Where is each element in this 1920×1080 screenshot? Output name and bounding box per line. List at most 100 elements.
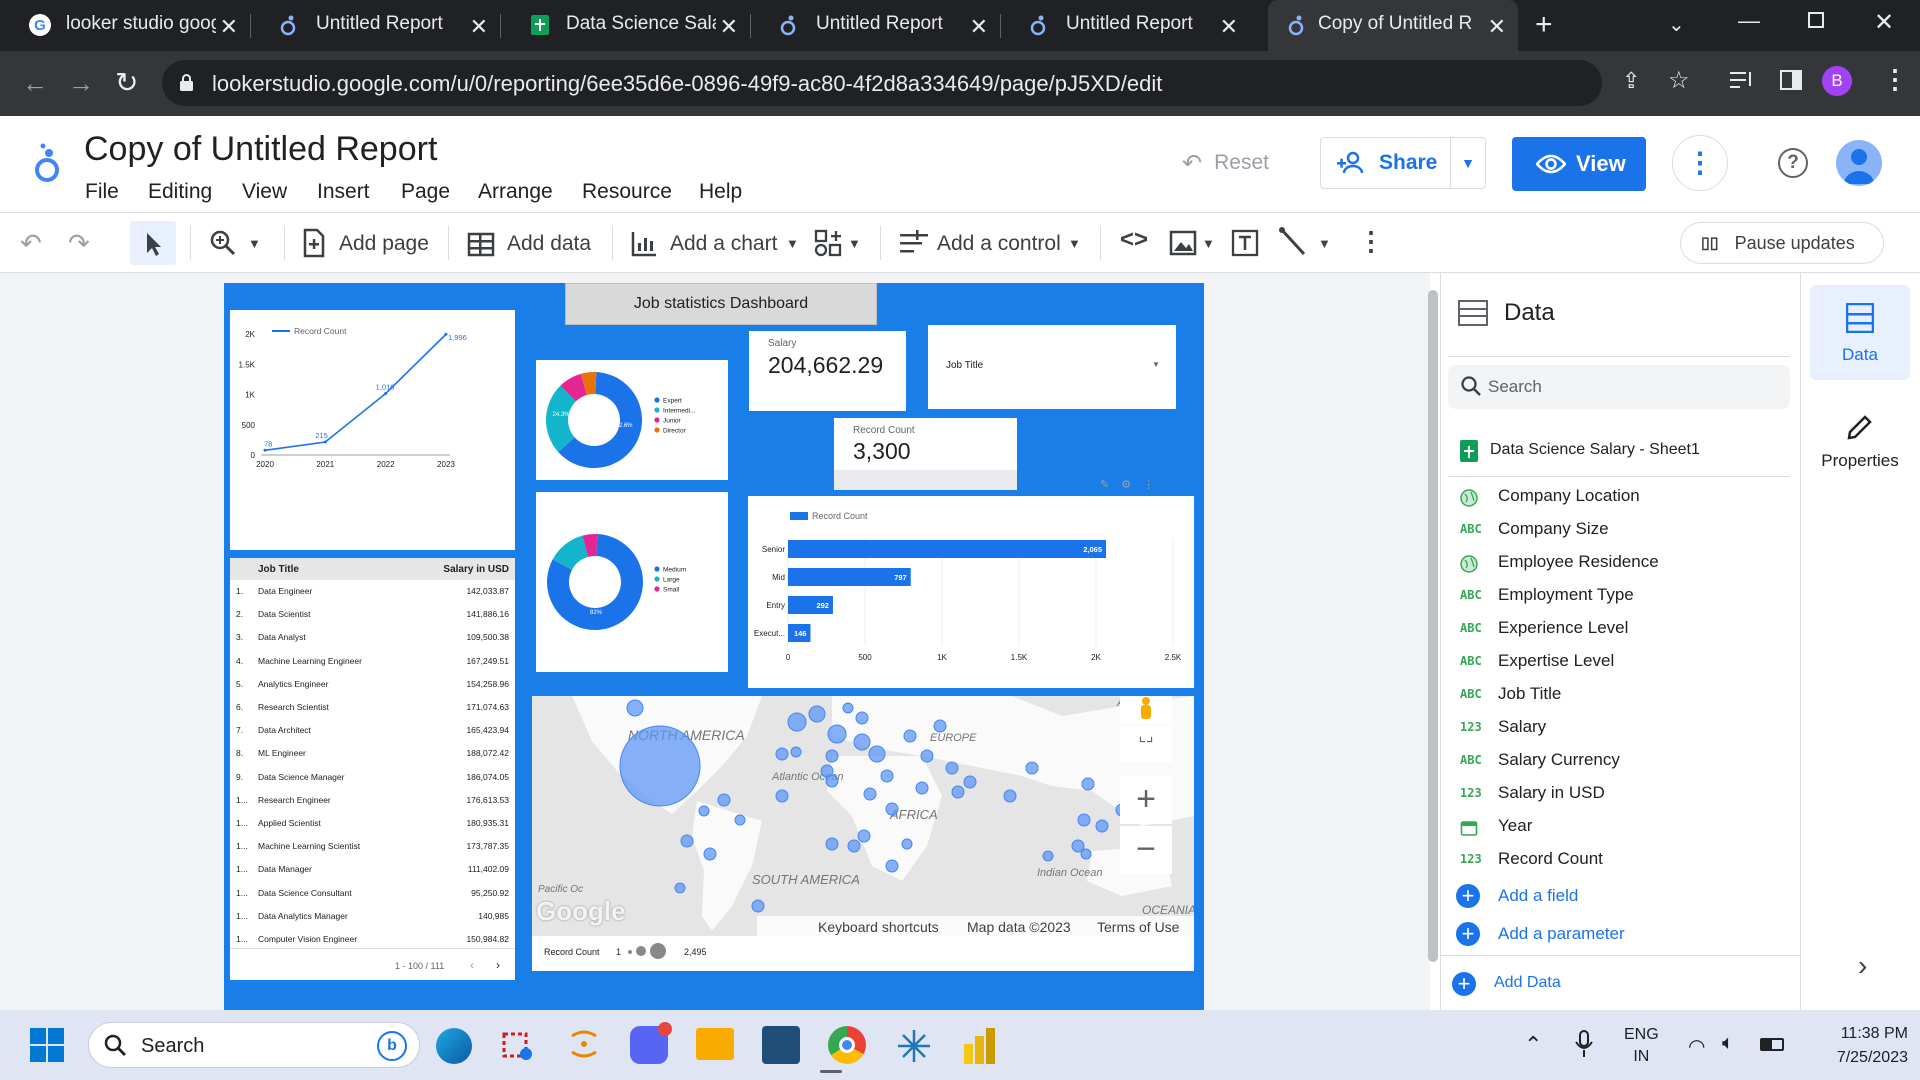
select-tool-button[interactable] [130, 221, 176, 265]
tab-search-chevron-icon[interactable]: ⌄ [1668, 12, 1685, 37]
menu-view[interactable]: View [242, 180, 287, 204]
data-field[interactable]: Salary in USD [1498, 783, 1605, 803]
data-field[interactable]: Record Count [1498, 849, 1603, 869]
more-tools-icon[interactable]: ⋮ [1358, 226, 1384, 257]
browser-menu-icon[interactable]: ⋮ [1882, 64, 1908, 95]
data-source-name[interactable]: Data Science Salary - Sheet1 [1490, 441, 1700, 459]
data-field[interactable]: Employment Type [1498, 585, 1634, 605]
next-page-icon[interactable]: › [496, 958, 500, 972]
chrome-icon[interactable] [828, 1026, 866, 1064]
data-field[interactable]: Salary Currency [1498, 750, 1620, 770]
menu-arrange[interactable]: Arrange [478, 180, 553, 204]
close-icon[interactable]: ✕ [720, 14, 738, 40]
browser-tab[interactable]: G looker studio goog ✕ [0, 0, 250, 51]
terms-of-use-link[interactable]: Terms of Use [1097, 919, 1179, 935]
data-tab[interactable]: Data [1810, 285, 1910, 380]
table-row[interactable]: 4. Machine Learning Engineer 167,249.51 [230, 654, 515, 674]
microphone-icon[interactable] [1574, 1030, 1594, 1058]
table-row[interactable]: 9. Data Science Manager 186,074.05 [230, 770, 515, 790]
forward-icon[interactable]: → [68, 68, 94, 99]
language-indicator[interactable]: ENG IN [1624, 1024, 1659, 1068]
bubble-map-card[interactable]: NORTH AMERICA Atlantic Ocean AFRICA SOUTH A… [532, 696, 1194, 971]
data-field[interactable]: Experience Level [1498, 618, 1628, 638]
view-button[interactable]: View [1512, 137, 1646, 191]
add-chart-button[interactable]: Add a chart [670, 232, 777, 256]
menu-insert[interactable]: Insert [317, 180, 370, 204]
text-box-icon[interactable] [1230, 228, 1260, 258]
power-bi-icon[interactable] [962, 1026, 996, 1064]
expand-panel-chevron-icon[interactable]: › [1858, 950, 1867, 982]
bing-icon[interactable]: b [377, 1031, 407, 1061]
tableau-icon[interactable] [762, 1026, 800, 1064]
table-row[interactable]: 5. Analytics Engineer 154,258.96 [230, 677, 515, 697]
prev-page-icon[interactable]: ‹ [470, 958, 474, 972]
table-row[interactable]: 1... Machine Learning Scientist 173,787.35 [230, 839, 515, 859]
data-field[interactable]: Company Size [1498, 519, 1609, 539]
zoom-dropdown-icon[interactable]: ▼ [248, 236, 261, 251]
menu-help[interactable]: Help [699, 180, 742, 204]
more-options-icon[interactable]: ⋮ [1672, 135, 1728, 191]
donut-chart-card-expertise[interactable]: Expert Intermedi... Junior Director 62.6% 24.… [536, 360, 728, 480]
close-icon[interactable]: ✕ [220, 14, 238, 40]
add-page-button[interactable]: Add page [339, 232, 429, 256]
looker-studio-logo-icon[interactable] [32, 142, 62, 184]
table-row[interactable]: 1... Applied Scientist 180,935.31 [230, 816, 515, 836]
add-data-source-icon[interactable]: + [1452, 972, 1476, 996]
add-control-button[interactable]: Add a control [937, 232, 1061, 256]
data-field[interactable]: Expertise Level [1498, 651, 1614, 671]
add-chart-icon[interactable] [630, 228, 660, 258]
taskbar-search-box[interactable]: Search b [88, 1022, 420, 1068]
table-row[interactable]: 2. Data Scientist 141,886.16 [230, 607, 515, 627]
job-title-dropdown-control[interactable]: Job Title ▼ [928, 325, 1176, 409]
discord-icon[interactable] [630, 1022, 672, 1064]
table-row[interactable]: 1... Data Science Consultant 95,250.92 [230, 886, 515, 906]
share-button[interactable]: Share ▼ [1320, 137, 1486, 189]
close-icon[interactable]: ✕ [1488, 14, 1506, 40]
media-control-icon[interactable] [1730, 70, 1754, 90]
pause-updates-button[interactable]: ▯▯ Pause updates [1680, 222, 1884, 264]
fullscreen-icon[interactable]: ⌞⌟ [1120, 726, 1172, 762]
new-tab-button[interactable]: + [1535, 8, 1553, 42]
restore-button[interactable] [1808, 12, 1824, 28]
add-field-button[interactable]: Add a field [1498, 886, 1578, 906]
record-count-scorecard[interactable]: Record Count 3,300 [834, 418, 1017, 490]
table-row[interactable]: 1... Research Engineer 176,613.53 [230, 793, 515, 813]
donut-chart-card-company-size[interactable]: Medium Large Small 82% [536, 492, 728, 672]
add-page-icon[interactable] [300, 228, 328, 258]
canvas-scrollbar[interactable] [1428, 290, 1438, 962]
add-data-icon[interactable] [466, 228, 496, 258]
browser-tab[interactable]: Untitled Report ✕ [250, 0, 500, 51]
line-tool-icon[interactable] [1278, 226, 1308, 258]
add-parameter-icon[interactable]: + [1456, 922, 1480, 946]
bookmark-star-icon[interactable]: ☆ [1668, 66, 1690, 95]
minimize-button[interactable]: — [1738, 8, 1760, 34]
browser-tab[interactable]: Untitled Report ✕ [1000, 0, 1250, 51]
browser-tab[interactable]: Data Science Salary ✕ [500, 0, 750, 51]
system-clock[interactable]: 11:38 PM 7/25/2023 [1800, 1022, 1908, 1070]
field-search-input[interactable]: Search [1448, 365, 1790, 409]
close-window-button[interactable]: ✕ [1874, 8, 1894, 37]
job-salary-table[interactable]: Job Title Salary in USD 1. Data Engineer 1… [230, 558, 515, 980]
data-field[interactable]: Employee Residence [1498, 552, 1659, 572]
embed-code-icon[interactable]: <> [1120, 226, 1148, 254]
snipping-tool-icon[interactable] [500, 1028, 536, 1064]
battery-icon[interactable] [1760, 1038, 1784, 1051]
dropdown-arrow-icon[interactable]: ▼ [1152, 360, 1160, 369]
table-row[interactable]: 8. ML Engineer 188,072.42 [230, 746, 515, 766]
dashboard-title[interactable]: Job statistics Dashboard [565, 283, 877, 325]
add-field-icon[interactable]: + [1456, 884, 1480, 908]
image-dropdown-icon[interactable]: ▼ [1202, 236, 1215, 251]
app-icon-orange[interactable] [566, 1026, 602, 1062]
menu-file[interactable]: File [85, 180, 119, 204]
close-icon[interactable]: ✕ [970, 14, 988, 40]
zoom-out-button[interactable]: − [1120, 826, 1172, 874]
side-panel-icon[interactable] [1780, 70, 1802, 90]
table-row[interactable]: 1... Computer Vision Engineer 150,984.82 [230, 932, 515, 952]
redo-icon[interactable]: ↷ [68, 228, 90, 259]
add-chart-dropdown-icon[interactable]: ▼ [786, 236, 799, 251]
image-icon[interactable] [1168, 228, 1198, 258]
report-title[interactable]: Copy of Untitled Report [84, 130, 437, 169]
windows-start-icon[interactable] [30, 1028, 64, 1062]
add-data-button[interactable]: Add data [507, 232, 591, 256]
data-field[interactable]: Company Location [1498, 486, 1640, 506]
